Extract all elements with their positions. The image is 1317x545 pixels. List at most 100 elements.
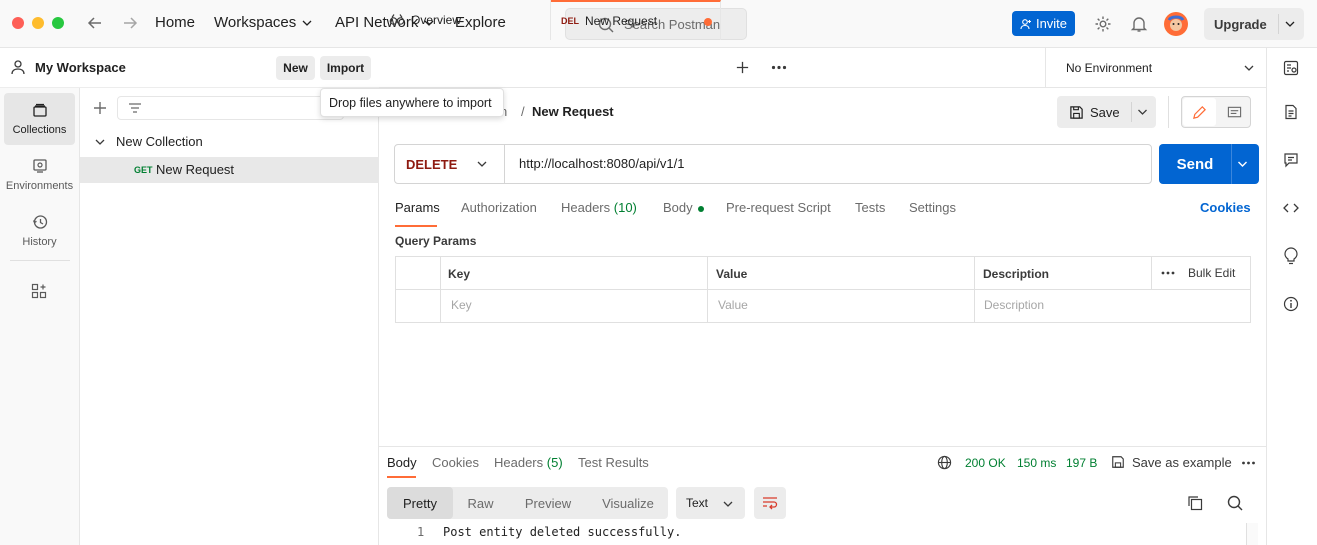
send-options-chevron-icon[interactable] — [1237, 159, 1248, 169]
view-pretty-button[interactable]: Pretty — [387, 487, 453, 519]
response-size[interactable]: 197 B — [1066, 456, 1097, 470]
url-input[interactable]: http://localhost:8080/api/v1/1 — [519, 156, 685, 171]
lightbulb-icon[interactable] — [1283, 247, 1299, 265]
environment-quick-look-icon[interactable] — [1283, 60, 1299, 76]
overview-icon — [389, 14, 405, 25]
line-number: 1 — [417, 525, 425, 539]
close-window-button[interactable] — [12, 17, 24, 29]
status-badge[interactable]: 200 OK — [965, 456, 1006, 470]
tab-settings[interactable]: Settings — [909, 200, 956, 215]
workspace-name[interactable]: My Workspace — [35, 60, 126, 75]
upgrade-button[interactable]: Upgrade — [1204, 8, 1304, 40]
edit-mode-button[interactable] — [1183, 98, 1216, 126]
response-time[interactable]: 150 ms — [1017, 456, 1056, 470]
nav-home[interactable]: Home — [155, 14, 195, 31]
chevron-down-icon — [1244, 65, 1254, 71]
configure-sidebar-icon[interactable] — [31, 283, 47, 299]
sidebar-item-label: History — [22, 236, 57, 248]
view-raw-button[interactable]: Raw — [453, 487, 508, 519]
url-bar: DELETE http://localhost:8080/api/v1/1 — [394, 144, 1152, 184]
tab-pre-request-script[interactable]: Pre-request Script — [726, 200, 831, 215]
environment-label: No Environment — [1066, 60, 1153, 75]
method-selector[interactable]: DELETE — [395, 145, 505, 183]
add-collection-icon[interactable] — [92, 100, 108, 116]
column-header-value: Value — [716, 267, 748, 281]
tab-overview[interactable]: Overview — [379, 0, 551, 40]
tab-new-request[interactable]: DEL New Request — [551, 0, 721, 40]
sidebar-item-history[interactable]: History — [4, 205, 75, 257]
save-icon[interactable] — [1111, 455, 1125, 469]
forward-arrow-icon[interactable] — [122, 15, 138, 31]
mode-toggle — [1181, 96, 1251, 128]
maximize-window-button[interactable] — [52, 17, 64, 29]
settings-gear-icon[interactable] — [1094, 15, 1112, 33]
tab-tests[interactable]: Tests — [855, 200, 885, 215]
sidebar-item-label: Environments — [5, 180, 74, 192]
send-button[interactable]: Send — [1159, 144, 1231, 184]
tab-authorization[interactable]: Authorization — [461, 200, 537, 215]
globe-icon[interactable] — [937, 455, 952, 470]
description-input[interactable]: Description — [984, 298, 1044, 312]
back-arrow-icon[interactable] — [87, 15, 103, 31]
tab-response-headers[interactable]: Headers (5) — [494, 455, 563, 470]
divider — [1168, 96, 1169, 128]
tab-label: Overview — [411, 13, 462, 27]
chevron-down-icon[interactable] — [94, 137, 106, 147]
save-as-example-button[interactable]: Save as example — [1132, 455, 1232, 470]
column-header-description: Description — [983, 267, 1050, 281]
method-label: DELETE — [406, 156, 458, 172]
divider — [396, 289, 1250, 290]
tab-params[interactable]: Params — [395, 200, 440, 215]
save-icon — [1070, 105, 1083, 119]
response-body-text[interactable]: Post entity deleted successfully. — [443, 525, 681, 539]
import-button[interactable]: Import — [320, 56, 371, 80]
method-badge: DEL — [561, 16, 579, 26]
format-select[interactable]: Text — [676, 487, 745, 519]
save-options-chevron-icon[interactable] — [1137, 107, 1148, 117]
cookies-link[interactable]: Cookies — [1200, 200, 1251, 215]
comments-icon[interactable] — [1283, 152, 1299, 168]
minimize-window-button[interactable] — [32, 17, 44, 29]
wrap-lines-button[interactable] — [754, 487, 786, 519]
view-visualize-button[interactable]: Visualize — [588, 487, 668, 519]
sidebar-item-collections[interactable]: Collections — [4, 93, 75, 145]
invite-button[interactable]: Invite — [1012, 11, 1075, 36]
nav-workspaces[interactable]: Workspaces — [214, 14, 312, 31]
new-button[interactable]: New — [276, 56, 315, 80]
copy-icon[interactable] — [1187, 495, 1203, 511]
sidebar-item-environments[interactable]: Environments — [4, 149, 75, 201]
pencil-icon — [1193, 105, 1206, 119]
key-input[interactable]: Key — [451, 298, 472, 312]
environment-selector[interactable]: No Environment — [1045, 48, 1266, 88]
collections-icon — [32, 103, 47, 117]
request-name[interactable]: New Request — [156, 162, 234, 177]
info-icon[interactable] — [1283, 296, 1299, 312]
search-icon[interactable] — [1227, 495, 1243, 511]
view-preview-button[interactable]: Preview — [508, 487, 588, 519]
tab-body[interactable]: Body — [663, 200, 705, 215]
divider — [1131, 102, 1132, 122]
avatar[interactable] — [1164, 12, 1188, 36]
tab-response-body[interactable]: Body — [387, 455, 417, 470]
response-scrollbar[interactable] — [1246, 523, 1258, 545]
more-options-icon[interactable] — [771, 65, 787, 70]
documentation-icon[interactable] — [1283, 104, 1299, 120]
add-tab-icon[interactable] — [735, 60, 750, 75]
tab-headers[interactable]: Headers (10) — [561, 200, 637, 215]
save-button[interactable]: Save — [1057, 96, 1131, 128]
divider — [974, 257, 975, 322]
notification-bell-icon[interactable] — [1130, 15, 1148, 33]
tab-test-results[interactable]: Test Results — [578, 455, 649, 470]
page-title[interactable]: New Request — [532, 104, 614, 119]
comment-mode-button[interactable] — [1218, 98, 1250, 126]
filter-input[interactable] — [117, 96, 344, 120]
bulk-edit-button[interactable]: Bulk Edit — [1188, 266, 1235, 280]
value-input[interactable]: Value — [718, 298, 748, 312]
more-options-icon[interactable] — [1241, 461, 1256, 465]
more-options-icon[interactable] — [1161, 271, 1175, 275]
import-tooltip: Drop files anywhere to import — [320, 88, 504, 117]
divider — [1151, 257, 1152, 289]
tab-response-cookies[interactable]: Cookies — [432, 455, 479, 470]
code-icon[interactable] — [1283, 200, 1299, 216]
collection-name[interactable]: New Collection — [116, 134, 203, 149]
